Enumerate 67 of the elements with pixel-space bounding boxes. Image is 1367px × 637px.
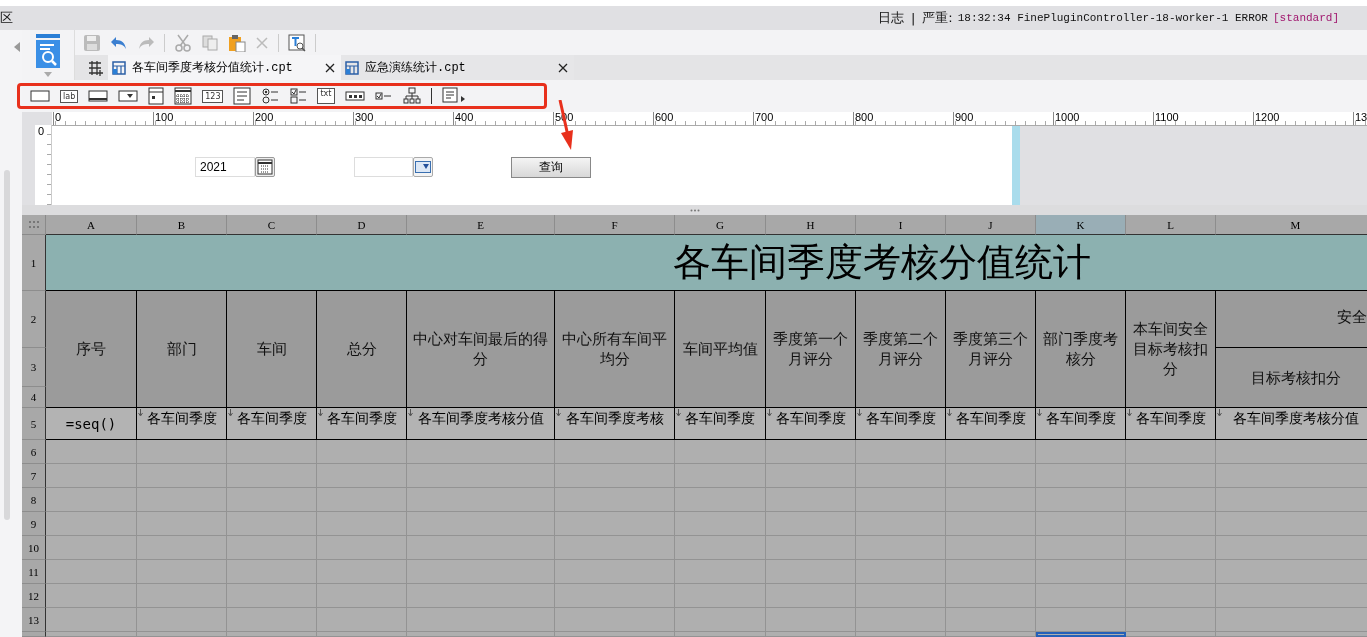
table-cell: 各车间季度 [1036, 408, 1126, 440]
row-header[interactable]: 8 [22, 488, 46, 512]
header-cell: 季度第二个月评分 [856, 291, 946, 408]
menu-item[interactable]: 区 [0, 9, 13, 27]
header-cell: 本车间安全目标考核扣分 [1126, 291, 1216, 408]
label-widget-icon[interactable]: lab [60, 89, 79, 103]
column-header[interactable]: E [407, 215, 555, 235]
log-tag: [standard] [1273, 12, 1339, 24]
table-cell: 各车间季度 [766, 408, 856, 440]
row-header[interactable]: 12 [22, 584, 46, 608]
header-cell: 季度第三个月评分 [946, 291, 1036, 408]
year-field[interactable]: 2021 [195, 157, 255, 177]
log-label[interactable]: 日志 [877, 9, 904, 27]
row-header[interactable]: 1 [22, 235, 46, 291]
header-cell: 中心所有车间平均分 [555, 291, 675, 408]
table-cell: 各车间季度 [675, 408, 766, 440]
table-cell: 各车间季度考核分值 [1216, 408, 1367, 440]
row-header[interactable]: 9 [22, 512, 46, 536]
table-cell: 各车间季度 [317, 408, 407, 440]
column-header[interactable]: H [766, 215, 856, 235]
column-header[interactable]: A [46, 215, 137, 235]
file-tab[interactable]: 各车间季度考核分值统计.cpt [108, 55, 341, 80]
column-header[interactable]: I [856, 215, 946, 235]
table-cell: 各车间季度 [856, 408, 946, 440]
query-button[interactable]: 查询 [511, 157, 591, 178]
column-header[interactable]: C [227, 215, 317, 235]
row-header[interactable]: 5 [22, 408, 46, 440]
log-message: 18:32:34 FinePluginController-18-worker-1 ERROR [957, 12, 1268, 24]
table-cell: 各车间季度考核分值 [407, 408, 555, 440]
separator-text: | [910, 10, 916, 26]
vertical-ruler: 0 [35, 125, 52, 205]
header-cell: 目标考核扣分 [1216, 348, 1367, 408]
text-widget-icon[interactable]: txt [317, 88, 335, 104]
table-cell: 各车间季度 [1126, 408, 1216, 440]
table-cell: =seq() [46, 408, 137, 440]
row-header[interactable]: 7 [22, 464, 46, 488]
column-header[interactable]: L [1126, 215, 1216, 235]
header-cell: 部门季度考核分 [1036, 291, 1126, 408]
column-header[interactable]: B [137, 215, 227, 235]
header-cell: 总分 [317, 291, 407, 408]
table-cell: 各车间季度考核 [555, 408, 675, 440]
header-cell: 车间 [227, 291, 317, 408]
log-level: 严重: [922, 9, 953, 27]
column-header[interactable]: J [946, 215, 1036, 235]
table-cell: 各车间季度 [227, 408, 317, 440]
number-widget-icon[interactable]: 123 [202, 89, 224, 103]
row-header[interactable]: 13 [22, 608, 46, 632]
header-cell: 季度第一个月评分 [766, 291, 856, 408]
column-header[interactable]: K [1036, 215, 1126, 235]
row-header[interactable]: 4 [22, 387, 46, 408]
column-header[interactable]: M [1216, 215, 1367, 235]
table-cell: 各车间季度 [946, 408, 1036, 440]
column-header[interactable]: F [555, 215, 675, 235]
header-cell: 车间平均值 [675, 291, 766, 408]
row-header[interactable]: 11 [22, 560, 46, 584]
title-cell: 各车间季度考核分值统计 [46, 235, 1367, 291]
header-cell: 安全 [1216, 291, 1367, 348]
header-cell: 部门 [137, 291, 227, 408]
header-cell: 中心对车间最后的得分 [407, 291, 555, 408]
row-header[interactable]: 2 [22, 291, 46, 348]
column-header[interactable]: G [675, 215, 766, 235]
row-header[interactable]: 10 [22, 536, 46, 560]
row-header[interactable]: 3 [22, 348, 46, 387]
table-cell: 各车间季度 [137, 408, 227, 440]
column-header[interactable]: D [317, 215, 407, 235]
row-header[interactable]: 6 [22, 440, 46, 464]
header-cell: 序号 [46, 291, 137, 408]
